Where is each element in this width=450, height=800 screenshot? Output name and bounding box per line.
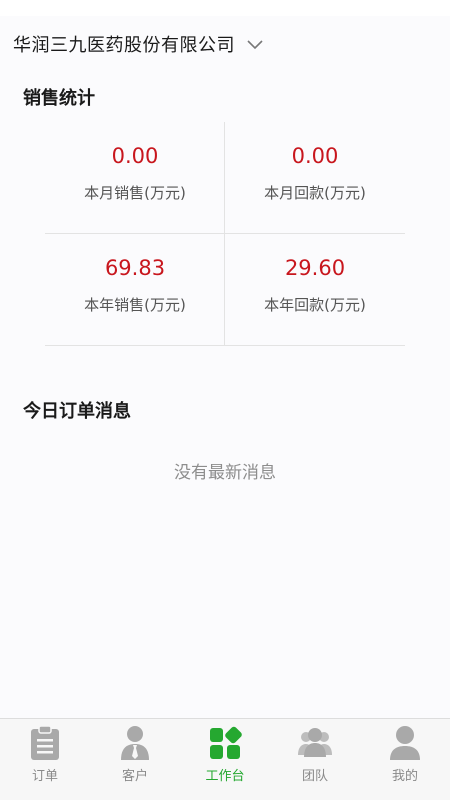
- grid-divider-horizontal: [45, 233, 405, 234]
- stat-yearly-sales[interactable]: 69.83 本年销售(万元): [45, 234, 225, 346]
- stat-value: 29.60: [284, 256, 346, 280]
- empty-message: 没有最新消息: [174, 463, 276, 483]
- workbench-grid-icon: [210, 726, 242, 759]
- user-icon: [390, 726, 420, 760]
- stat-label: 本月回款(万元): [264, 184, 366, 202]
- stat-yearly-payment[interactable]: 29.60 本年回款(万元): [225, 234, 405, 346]
- tab-label: 工作台: [205, 769, 245, 784]
- tab-customers[interactable]: 客户: [90, 719, 180, 800]
- tab-label: 客户: [121, 769, 148, 784]
- tab-orders[interactable]: 订单: [0, 719, 90, 800]
- stat-monthly-sales[interactable]: 0.00 本月销售(万元): [45, 122, 225, 234]
- workbench-screen: 华润三九医药股份有限公司 销售统计 0.00 本月销售(万元) 0.00 本月回…: [0, 0, 450, 800]
- sales-stats-grid: 0.00 本月销售(万元) 0.00 本月回款(万元) 69.83 本年销售(万…: [45, 122, 405, 346]
- stat-value: 69.83: [104, 256, 166, 280]
- tab-label: 团队: [301, 769, 328, 784]
- chevron-down-icon: [247, 40, 263, 50]
- company-name: 华润三九医药股份有限公司: [13, 35, 235, 56]
- team-icon: [298, 728, 332, 757]
- status-bar: [0, 0, 450, 16]
- tab-team[interactable]: 团队: [270, 719, 360, 800]
- tab-workbench[interactable]: 工作台: [180, 719, 270, 800]
- sales-stats-title: 销售统计: [23, 88, 95, 109]
- stat-monthly-payment[interactable]: 0.00 本月回款(万元): [225, 122, 405, 234]
- grid-divider-vertical: [224, 122, 225, 346]
- stat-label: 本月销售(万元): [84, 184, 186, 202]
- clipboard-icon: [31, 725, 59, 760]
- tab-mine[interactable]: 我的: [360, 719, 450, 800]
- tab-label: 订单: [31, 769, 58, 784]
- stat-value: 0.00: [291, 144, 339, 168]
- bottom-tab-bar: 订单 客户 工作台 团队 我的: [0, 718, 450, 800]
- grid-divider-bottom: [45, 345, 405, 346]
- person-tie-icon: [121, 726, 149, 760]
- stat-label: 本年回款(万元): [264, 296, 366, 314]
- tab-label: 我的: [391, 769, 418, 784]
- stat-value: 0.00: [111, 144, 159, 168]
- company-selector[interactable]: 华润三九医药股份有限公司: [0, 22, 450, 66]
- today-orders-title: 今日订单消息: [23, 401, 131, 422]
- stat-label: 本年销售(万元): [84, 296, 186, 314]
